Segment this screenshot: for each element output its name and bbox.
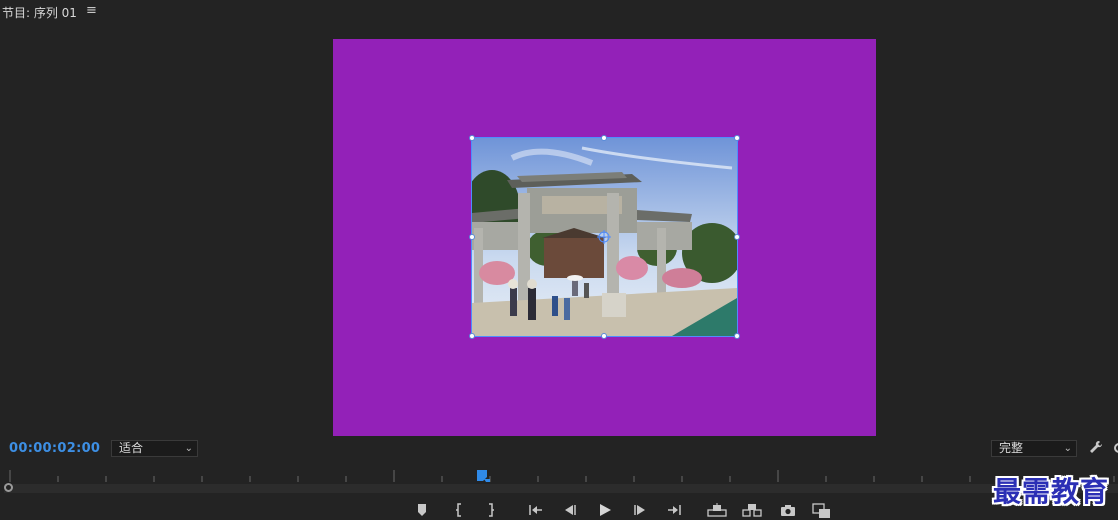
lift-button[interactable] (706, 503, 728, 520)
transport-controls (0, 503, 1118, 520)
circle-icon[interactable] (4, 483, 13, 492)
zoom-level-select[interactable]: 适合 ⌄ (111, 440, 198, 457)
comparison-view-button[interactable] (812, 503, 832, 520)
playback-resolution-value: 完整 (999, 441, 1024, 455)
program-monitor-panel: 节目: 序列 01 ≡ 00:00:02:00 适合 ⌄ 完整 ⌄ 最需教育 (0, 0, 1118, 520)
step-back-button[interactable] (562, 503, 578, 520)
step-forward-button[interactable] (632, 503, 648, 520)
time-ruler[interactable] (0, 468, 1118, 482)
go-to-in-icon (529, 505, 542, 515)
transform-handle-middle-left[interactable] (469, 234, 475, 240)
extract-button[interactable] (741, 503, 763, 520)
marker-icon (418, 504, 426, 516)
go-to-out-icon (668, 505, 681, 515)
play-button[interactable] (597, 503, 613, 520)
export-frame-button[interactable] (779, 503, 797, 520)
transform-handle-top-right[interactable] (734, 135, 740, 141)
play-icon (600, 504, 611, 516)
go-to-in-button[interactable] (527, 503, 545, 520)
watermark-logo: 最需教育 (993, 475, 1110, 508)
add-marker-button[interactable] (415, 503, 429, 520)
mark-in-icon (456, 503, 461, 517)
transform-handle-middle-right[interactable] (734, 234, 740, 240)
chevron-down-icon: ⌄ (184, 443, 193, 454)
panel-header: 节目: 序列 01 ≡ (0, 0, 300, 24)
mark-out-icon (489, 503, 494, 517)
wrench-icon[interactable] (1089, 440, 1103, 456)
hamburger-menu-icon[interactable]: ≡ (86, 3, 97, 18)
playhead-timecode[interactable]: 00:00:02:00 (9, 441, 100, 456)
timeline-zoom-scrollbar[interactable] (4, 484, 1118, 493)
chevron-down-icon: ⌄ (1063, 443, 1072, 454)
mark-out-button[interactable] (484, 503, 498, 520)
mark-in-button[interactable] (452, 503, 466, 520)
program-frame[interactable] (333, 39, 876, 436)
comparison-icon (812, 503, 830, 518)
transform-handle-bottom-right[interactable] (734, 333, 740, 339)
transform-handle-bottom-center[interactable] (601, 333, 607, 339)
extract-icon (742, 504, 762, 517)
anchor-point-icon[interactable] (597, 230, 611, 244)
go-to-out-button[interactable] (665, 503, 683, 520)
lift-icon (707, 503, 727, 517)
playback-resolution-select[interactable]: 完整 ⌄ (991, 440, 1077, 457)
playhead-icon[interactable] (476, 469, 494, 483)
transform-handle-top-center[interactable] (601, 135, 607, 141)
panel-title[interactable]: 节目: 序列 01 (2, 4, 77, 21)
step-back-icon (565, 505, 576, 515)
transform-handle-bottom-left[interactable] (469, 333, 475, 339)
zoom-level-value: 适合 (119, 441, 144, 455)
settings-icon[interactable] (1112, 440, 1118, 456)
step-forward-icon (634, 505, 645, 515)
camera-icon (781, 505, 795, 516)
transform-handle-top-left[interactable] (469, 135, 475, 141)
